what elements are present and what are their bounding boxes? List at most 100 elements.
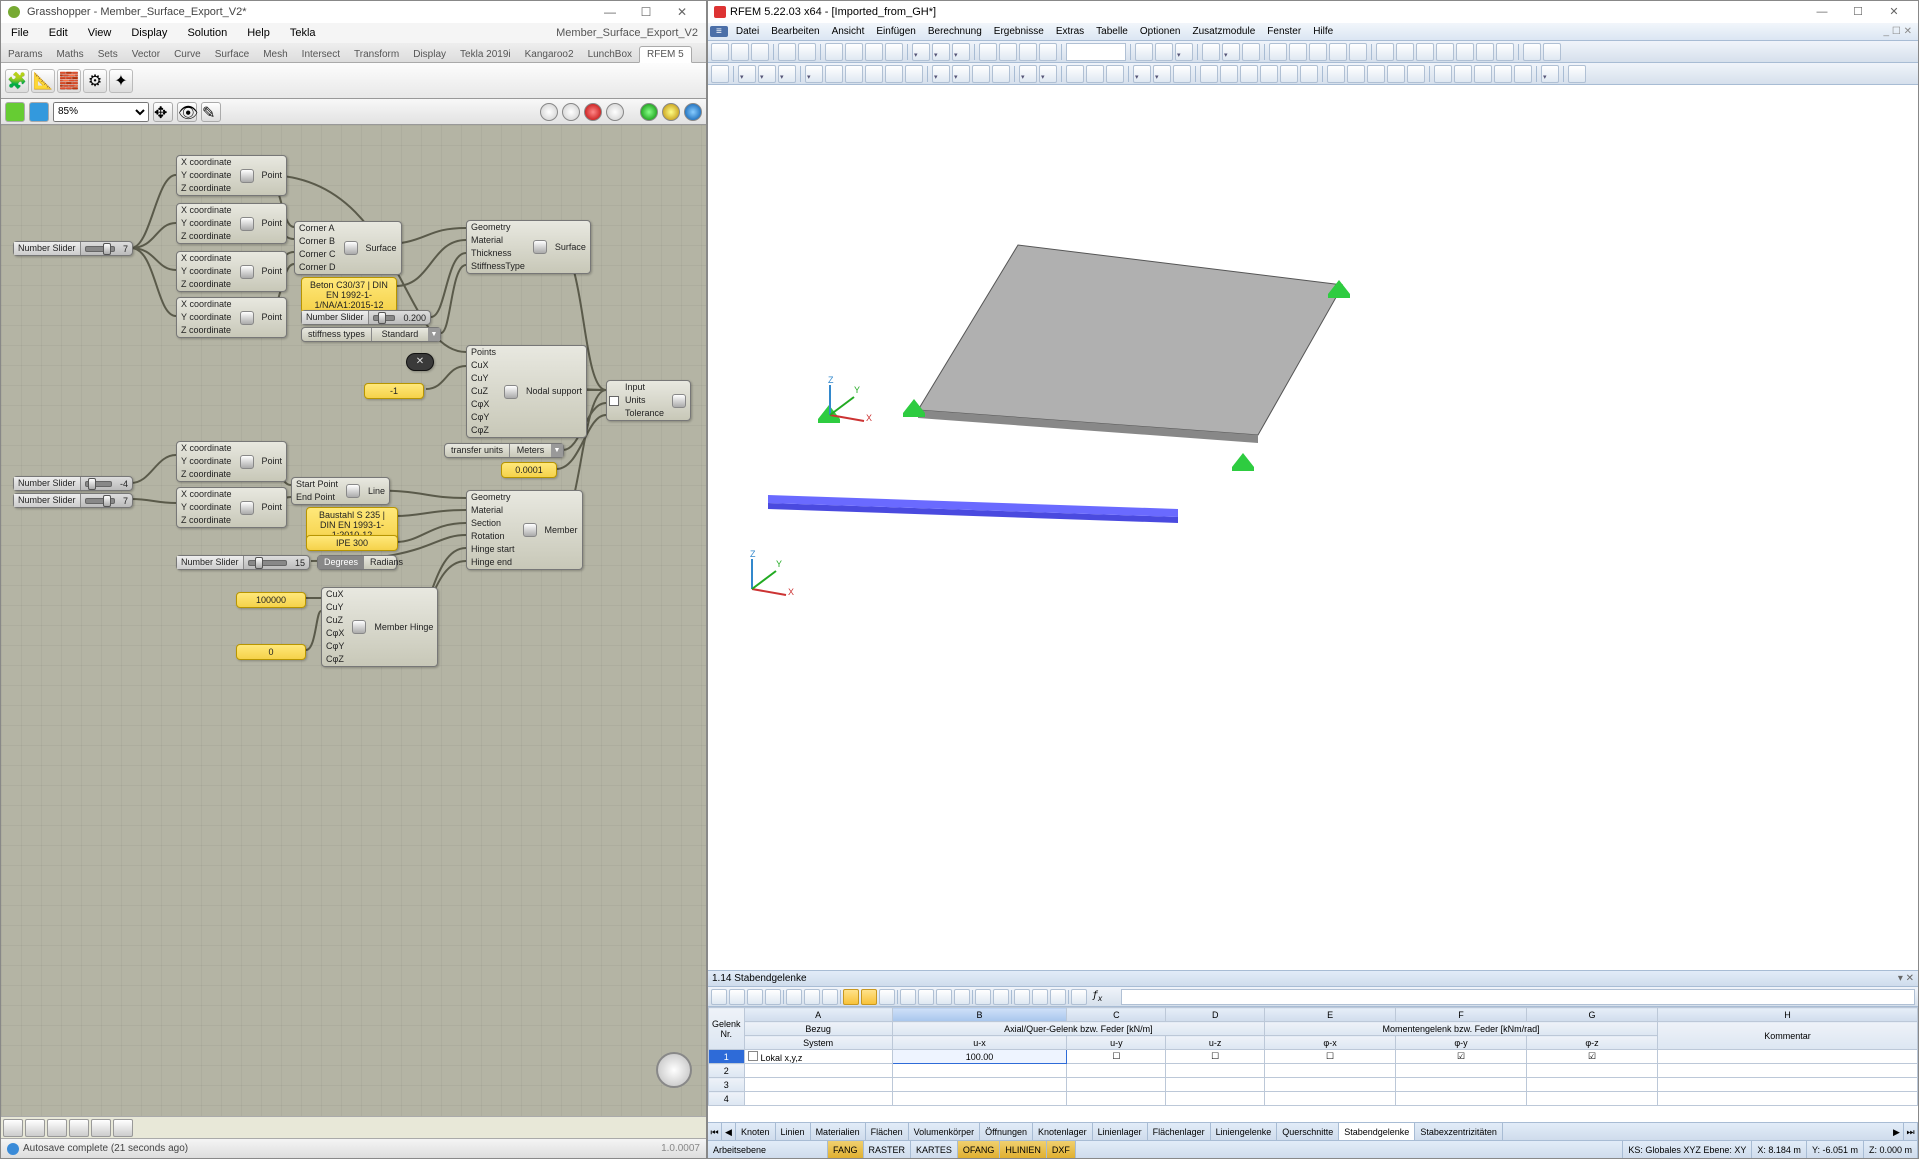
tb-m[interactable] (1309, 43, 1327, 61)
tb-a[interactable] (979, 43, 997, 61)
tab-liniengelenke[interactable]: Liniengelenke (1211, 1123, 1278, 1140)
tb-new[interactable] (711, 43, 729, 61)
number-slider-neg4[interactable]: Number Slider-4 (13, 476, 133, 491)
tb-save[interactable] (751, 43, 769, 61)
tb-b[interactable] (999, 43, 1017, 61)
tabnav-prev[interactable]: ◀ (722, 1123, 736, 1140)
tb-copy[interactable] (865, 43, 883, 61)
menu-solution[interactable]: Solution (177, 23, 237, 43)
tab-kangaroo2[interactable]: Kangaroo2 (518, 47, 581, 62)
nodal-support-component[interactable]: PointsCuXCuYCuZCφXCφYCφZNodal support (466, 345, 587, 438)
tb2-f[interactable] (825, 65, 843, 83)
tb2-l[interactable] (952, 65, 970, 83)
member-hinge-component[interactable]: CuXCuYCuZCφXCφYCφZMember Hinge (321, 587, 438, 667)
ribbon-btn-2[interactable]: 📐 (31, 69, 55, 93)
tb2-t[interactable] (1133, 65, 1151, 83)
tb2-aj[interactable] (1474, 65, 1492, 83)
tb-undo[interactable] (778, 43, 796, 61)
button-component[interactable] (406, 353, 434, 371)
tb-v[interactable] (1496, 43, 1514, 61)
ribbon-btn-1[interactable]: 🧩 (5, 69, 29, 93)
tb-print[interactable] (825, 43, 843, 61)
menu-view[interactable]: View (78, 23, 122, 43)
tb2-aa[interactable] (1280, 65, 1298, 83)
tab-transform[interactable]: Transform (347, 47, 406, 62)
angle-toggle[interactable]: DegreesRadians (317, 555, 397, 570)
tab-flaechenlager[interactable]: Flächenlager (1148, 1123, 1211, 1140)
tb2-ak[interactable] (1494, 65, 1512, 83)
toggle-icon[interactable] (609, 396, 619, 406)
tab-stabendgelenke[interactable]: Stabendgelenke (1339, 1123, 1415, 1140)
tb-dd3[interactable] (952, 43, 970, 61)
tb2-c[interactable] (758, 65, 776, 83)
tb2-am[interactable] (1541, 65, 1559, 83)
open-button[interactable] (5, 102, 25, 122)
maximize-button[interactable]: ☐ (1840, 1, 1876, 23)
panel-section-ipe300[interactable]: IPE 300 (306, 535, 398, 551)
tb2-u[interactable] (1153, 65, 1171, 83)
table-row[interactable]: 4 (709, 1092, 1918, 1106)
tb2-r[interactable] (1086, 65, 1104, 83)
tb-dd2[interactable] (932, 43, 950, 61)
tab-knotenlager[interactable]: Knotenlager (1033, 1123, 1093, 1140)
tb2-ai[interactable] (1454, 65, 1472, 83)
tb2-d[interactable] (778, 65, 796, 83)
gh-doc-name[interactable]: Member_Surface_Export_V2 (556, 27, 706, 39)
status-raster[interactable]: RASTER (864, 1141, 912, 1158)
ttb-2[interactable] (729, 989, 745, 1005)
menu-fenster[interactable]: Fenster (1261, 26, 1307, 37)
ttb-7[interactable] (822, 989, 838, 1005)
menu-zusatzmodule[interactable]: Zusatzmodule (1186, 26, 1261, 37)
menu-einfuegen[interactable]: Einfügen (870, 26, 921, 37)
menu-datei[interactable]: Datei (730, 26, 765, 37)
ribbon-btn-5[interactable]: ✦ (109, 69, 133, 93)
bb-1[interactable] (3, 1119, 23, 1137)
status-fang[interactable]: FANG (828, 1141, 864, 1158)
dropdown-stiffness[interactable]: stiffness typesStandard▼ (301, 327, 441, 342)
surface-definition-component[interactable]: GeometryMaterialThicknessStiffnessTypeSu… (466, 220, 591, 274)
tb-f[interactable] (1155, 43, 1173, 61)
tb-c[interactable] (1019, 43, 1037, 61)
ttb-5[interactable] (786, 989, 802, 1005)
tab-stabexzentrizitaeten[interactable]: Stabexzentrizitäten (1415, 1123, 1503, 1140)
tb-open[interactable] (731, 43, 749, 61)
formula-field[interactable] (1121, 989, 1915, 1005)
save-button[interactable] (29, 102, 49, 122)
ttb-4[interactable] (765, 989, 781, 1005)
tb2-ae[interactable] (1367, 65, 1385, 83)
point-component-c[interactable]: X coordinateY coordinateZ coordinatePoin… (176, 251, 287, 292)
ttb-13[interactable] (936, 989, 952, 1005)
menu-display[interactable]: Display (121, 23, 177, 43)
panel-zero[interactable]: 0 (236, 644, 306, 660)
ttb-8[interactable] (843, 989, 859, 1005)
tb2-al[interactable] (1514, 65, 1532, 83)
tb2-q[interactable] (1066, 65, 1084, 83)
rfem-export-component[interactable]: InputUnitsTolerance (606, 380, 691, 421)
preview-mesh-icon[interactable] (540, 103, 558, 121)
table-row[interactable]: 1 Lokal x,y,z 100.00 ☐ ☐ ☐ ☑ ☑ (709, 1050, 1918, 1064)
ttb-9[interactable] (861, 989, 877, 1005)
menu-hilfe[interactable]: Hilfe (1307, 26, 1339, 37)
tab-tekla2019i[interactable]: Tekla 2019i (453, 47, 518, 62)
rfem-filemenu-icon[interactable]: ≡ (710, 26, 728, 37)
line-component[interactable]: Start PointEnd PointLine (291, 477, 390, 505)
tb2-ag[interactable] (1407, 65, 1425, 83)
rfem-3d-view[interactable]: ZXY ZXY (708, 85, 1918, 970)
tab-vector[interactable]: Vector (125, 47, 167, 62)
point-component-d[interactable]: X coordinateY coordinateZ coordinatePoin… (176, 297, 287, 338)
tb-w[interactable] (1523, 43, 1541, 61)
bb-6[interactable] (113, 1119, 133, 1137)
tb-x[interactable] (1543, 43, 1561, 61)
tb2-ad[interactable] (1347, 65, 1365, 83)
solver-off-icon[interactable] (684, 103, 702, 121)
tb-g[interactable] (1175, 43, 1193, 61)
number-slider-7b[interactable]: Number Slider7 (13, 493, 133, 508)
tab-rfem5[interactable]: RFEM 5 (639, 46, 692, 63)
table-row[interactable]: 2 (709, 1064, 1918, 1078)
tb2-o[interactable] (1019, 65, 1037, 83)
number-slider-7[interactable]: Number Slider 7 (13, 241, 133, 256)
tb-dd1[interactable] (912, 43, 930, 61)
point-component-f[interactable]: X coordinateY coordinateZ coordinatePoin… (176, 487, 287, 528)
tab-maths[interactable]: Maths (49, 47, 90, 62)
tabnav-next[interactable]: ▶ (1890, 1123, 1904, 1140)
